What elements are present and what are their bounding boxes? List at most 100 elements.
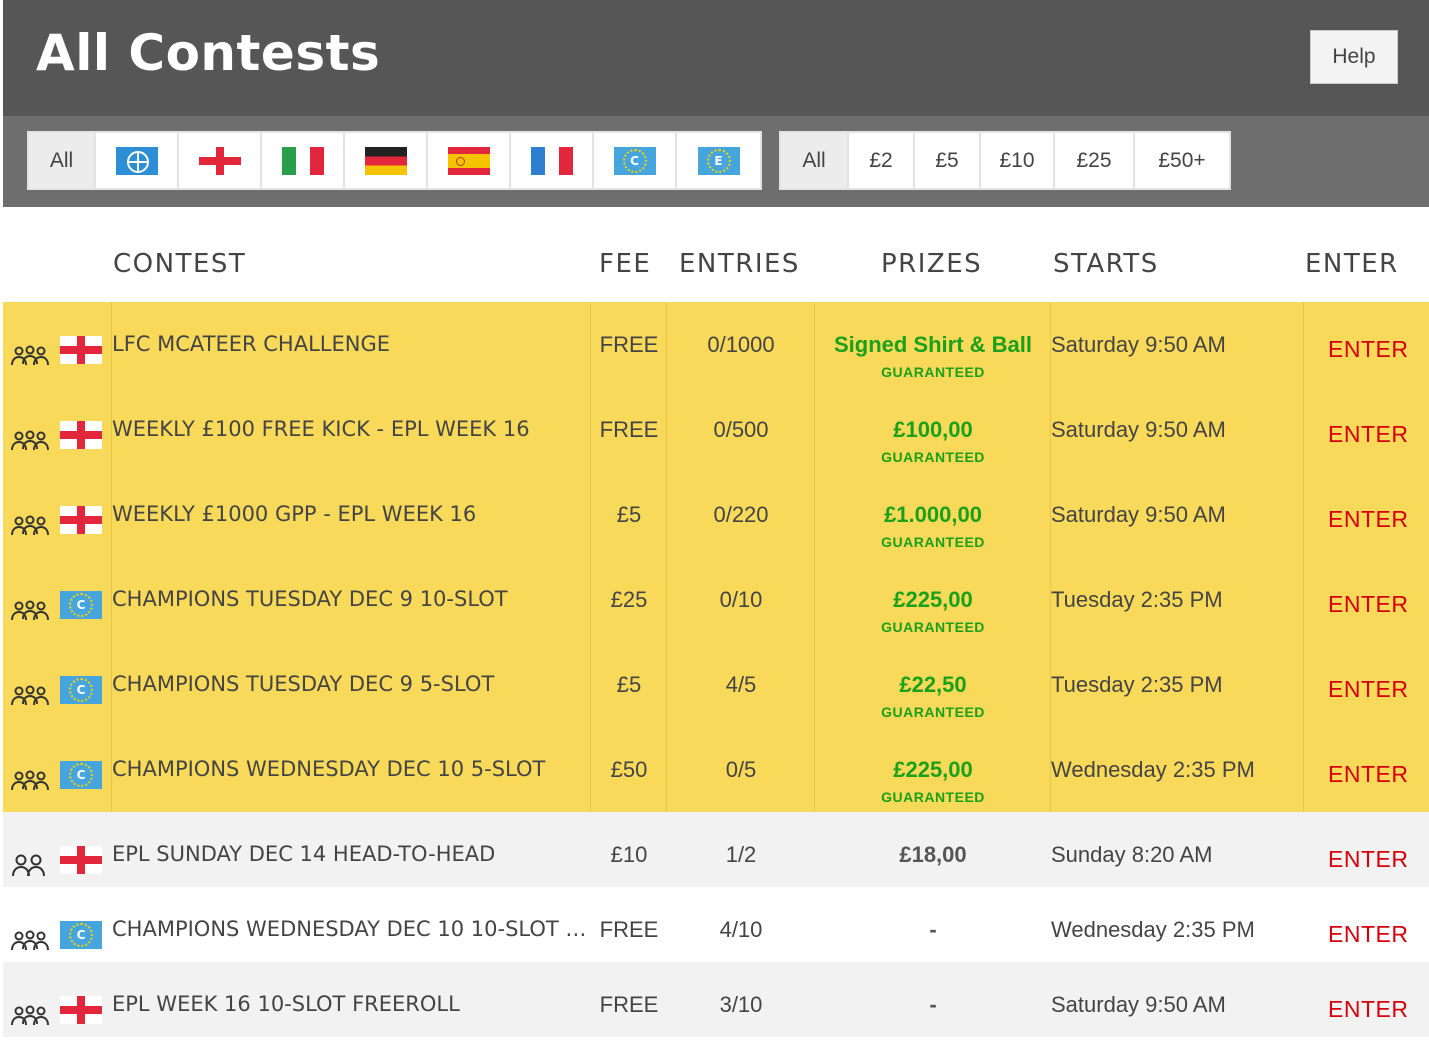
enter-cell: ENTER <box>1304 727 1429 812</box>
prize-amount: - <box>929 992 937 1017</box>
starts-cell: Tuesday 2:35 PM <box>1051 557 1304 642</box>
spain-flag-icon <box>447 146 490 175</box>
league-filter-spain[interactable] <box>428 133 511 188</box>
enter-button[interactable]: ENTER <box>1328 591 1408 618</box>
contest-start-time: Saturday 9:50 AM <box>1051 992 1226 1017</box>
column-header-contest[interactable]: CONTEST <box>113 249 246 279</box>
enter-button[interactable]: ENTER <box>1328 996 1408 1023</box>
contest-name[interactable]: WEEKLY £100 FREE KICK - EPL WEEK 16 <box>112 417 530 441</box>
enter-button[interactable]: ENTER <box>1328 676 1408 703</box>
contest-cell: CHAMPIONS TUESDAY DEC 9 5-SLOT <box>112 642 591 727</box>
fee-filter-2[interactable]: £2 <box>849 133 915 188</box>
entries-cell: 3/10 <box>667 962 815 1037</box>
contest-name[interactable]: WEEKLY £1000 GPP - EPL WEEK 16 <box>112 502 476 526</box>
prize-amount: £1.000,00 <box>884 502 982 527</box>
table-row[interactable]: EPL WEEK 16 10-SLOT FREEROLL FREE 3/10 -… <box>3 962 1429 1037</box>
column-header-entries[interactable]: ENTRIES <box>679 249 800 279</box>
league-filter-germany[interactable] <box>345 133 428 188</box>
champions-league-icon: C <box>613 146 656 175</box>
globe-icon <box>115 146 158 175</box>
contest-fee: £50 <box>610 757 648 782</box>
prizes-cell: - <box>815 887 1051 962</box>
multi-player-icon <box>11 429 49 453</box>
contest-cell: CHAMPIONS WEDNESDAY DEC 10 5-SLOT <box>112 727 591 812</box>
league-filter-italy[interactable] <box>262 133 345 188</box>
contest-type-cell <box>3 387 112 472</box>
contest-entries: 0/10 <box>719 587 763 612</box>
league-filter-england[interactable] <box>179 133 262 188</box>
prize-amount: - <box>929 917 937 942</box>
contest-start-time: Saturday 9:50 AM <box>1051 332 1226 357</box>
prizes-cell: £18,00 <box>815 812 1051 887</box>
table-row[interactable]: C CHAMPIONS WEDNESDAY DEC 10 5-SLOT £50 … <box>3 727 1429 812</box>
entries-cell: 0/220 <box>667 472 815 557</box>
enter-cell: ENTER <box>1304 887 1429 962</box>
league-filter-world[interactable] <box>96 133 179 188</box>
table-row[interactable]: WEEKLY £100 FREE KICK - EPL WEEK 16 FREE… <box>3 387 1429 472</box>
contest-type-cell: C <box>3 642 112 727</box>
multi-player-icon <box>11 599 49 623</box>
multi-player-icon <box>11 684 49 708</box>
contest-fee: FREE <box>599 917 659 942</box>
column-header-prizes[interactable]: PRIZES <box>881 249 982 279</box>
entries-cell: 0/500 <box>667 387 815 472</box>
enter-button[interactable]: ENTER <box>1328 921 1408 948</box>
prize-guaranteed-label: GUARANTEED <box>881 449 985 465</box>
head-to-head-icon <box>11 854 49 878</box>
fee-filter-25[interactable]: £25 <box>1055 133 1135 188</box>
contest-fee: FREE <box>599 332 659 357</box>
starts-cell: Saturday 9:50 AM <box>1051 962 1304 1037</box>
contest-fee: £25 <box>610 587 648 612</box>
enter-cell: ENTER <box>1304 472 1429 557</box>
contest-name[interactable]: CHAMPIONS WEDNESDAY DEC 10 5-SLOT <box>112 757 545 781</box>
prize-amount: Signed Shirt & Ball <box>833 332 1033 357</box>
table-row[interactable]: C CHAMPIONS TUESDAY DEC 9 5-SLOT £5 4/5 … <box>3 642 1429 727</box>
england-flag-icon <box>60 996 102 1024</box>
column-header-starts[interactable]: STARTS <box>1053 249 1159 279</box>
fee-filter-all[interactable]: All <box>781 133 849 188</box>
enter-button[interactable]: ENTER <box>1328 846 1408 873</box>
contest-type-cell <box>3 812 112 887</box>
contest-start-time: Sunday 8:20 AM <box>1051 842 1213 867</box>
fee-filter-5[interactable]: £5 <box>915 133 981 188</box>
league-filter-europa[interactable]: E <box>677 133 760 188</box>
prize-guaranteed-label: GUARANTEED <box>881 619 985 635</box>
contest-cell: EPL WEEK 16 10-SLOT FREEROLL <box>112 962 591 1037</box>
contest-entries: 0/1000 <box>707 332 775 357</box>
contest-type-cell <box>3 962 112 1037</box>
help-button[interactable]: Help <box>1310 30 1398 84</box>
page-header: All Contests Help <box>3 0 1429 116</box>
league-filter-group: All C E <box>27 131 762 190</box>
contest-cell: WEEKLY £100 FREE KICK - EPL WEEK 16 <box>112 387 591 472</box>
league-filter-france[interactable] <box>511 133 594 188</box>
league-flag <box>60 421 102 454</box>
filter-bar: All C E All £2 £5 £10 £25 £50+ <box>3 116 1429 207</box>
contest-name[interactable]: EPL SUNDAY DEC 14 HEAD-TO-HEAD <box>112 842 495 866</box>
league-filter-all[interactable]: All <box>29 133 96 188</box>
contest-name[interactable]: LFC MCATEER CHALLENGE <box>112 332 390 356</box>
table-row[interactable]: C CHAMPIONS TUESDAY DEC 9 10-SLOT £25 0/… <box>3 557 1429 642</box>
enter-button[interactable]: ENTER <box>1328 506 1408 533</box>
league-filter-champions[interactable]: C <box>594 133 677 188</box>
contest-name[interactable]: CHAMPIONS WEDNESDAY DEC 10 10-SLOT … <box>112 917 586 941</box>
fee-filter-10[interactable]: £10 <box>981 133 1055 188</box>
table-row[interactable]: EPL SUNDAY DEC 14 HEAD-TO-HEAD £10 1/2 £… <box>3 812 1429 887</box>
entries-cell: 4/10 <box>667 887 815 962</box>
fee-filter-50-plus[interactable]: £50+ <box>1135 133 1229 188</box>
table-row[interactable]: WEEKLY £1000 GPP - EPL WEEK 16 £5 0/220 … <box>3 472 1429 557</box>
table-row[interactable]: C CHAMPIONS WEDNESDAY DEC 10 10-SLOT … F… <box>3 887 1429 962</box>
enter-button[interactable]: ENTER <box>1328 421 1408 448</box>
contest-entries: 3/10 <box>719 992 763 1017</box>
enter-button[interactable]: ENTER <box>1328 336 1408 363</box>
contest-name[interactable]: EPL WEEK 16 10-SLOT FREEROLL <box>112 992 460 1016</box>
column-header-fee[interactable]: FEE <box>599 249 651 279</box>
table-row[interactable]: LFC MCATEER CHALLENGE FREE 0/1000 Signed… <box>3 302 1429 387</box>
contest-name[interactable]: CHAMPIONS TUESDAY DEC 9 5-SLOT <box>112 672 494 696</box>
prize-guaranteed-label: GUARANTEED <box>881 704 985 720</box>
contest-name[interactable]: CHAMPIONS TUESDAY DEC 9 10-SLOT <box>112 587 508 611</box>
starts-cell: Wednesday 2:35 PM <box>1051 727 1304 812</box>
france-flag-icon <box>530 146 573 175</box>
contest-start-time: Saturday 9:50 AM <box>1051 417 1226 442</box>
contest-type-cell: C <box>3 887 112 962</box>
enter-button[interactable]: ENTER <box>1328 761 1408 788</box>
